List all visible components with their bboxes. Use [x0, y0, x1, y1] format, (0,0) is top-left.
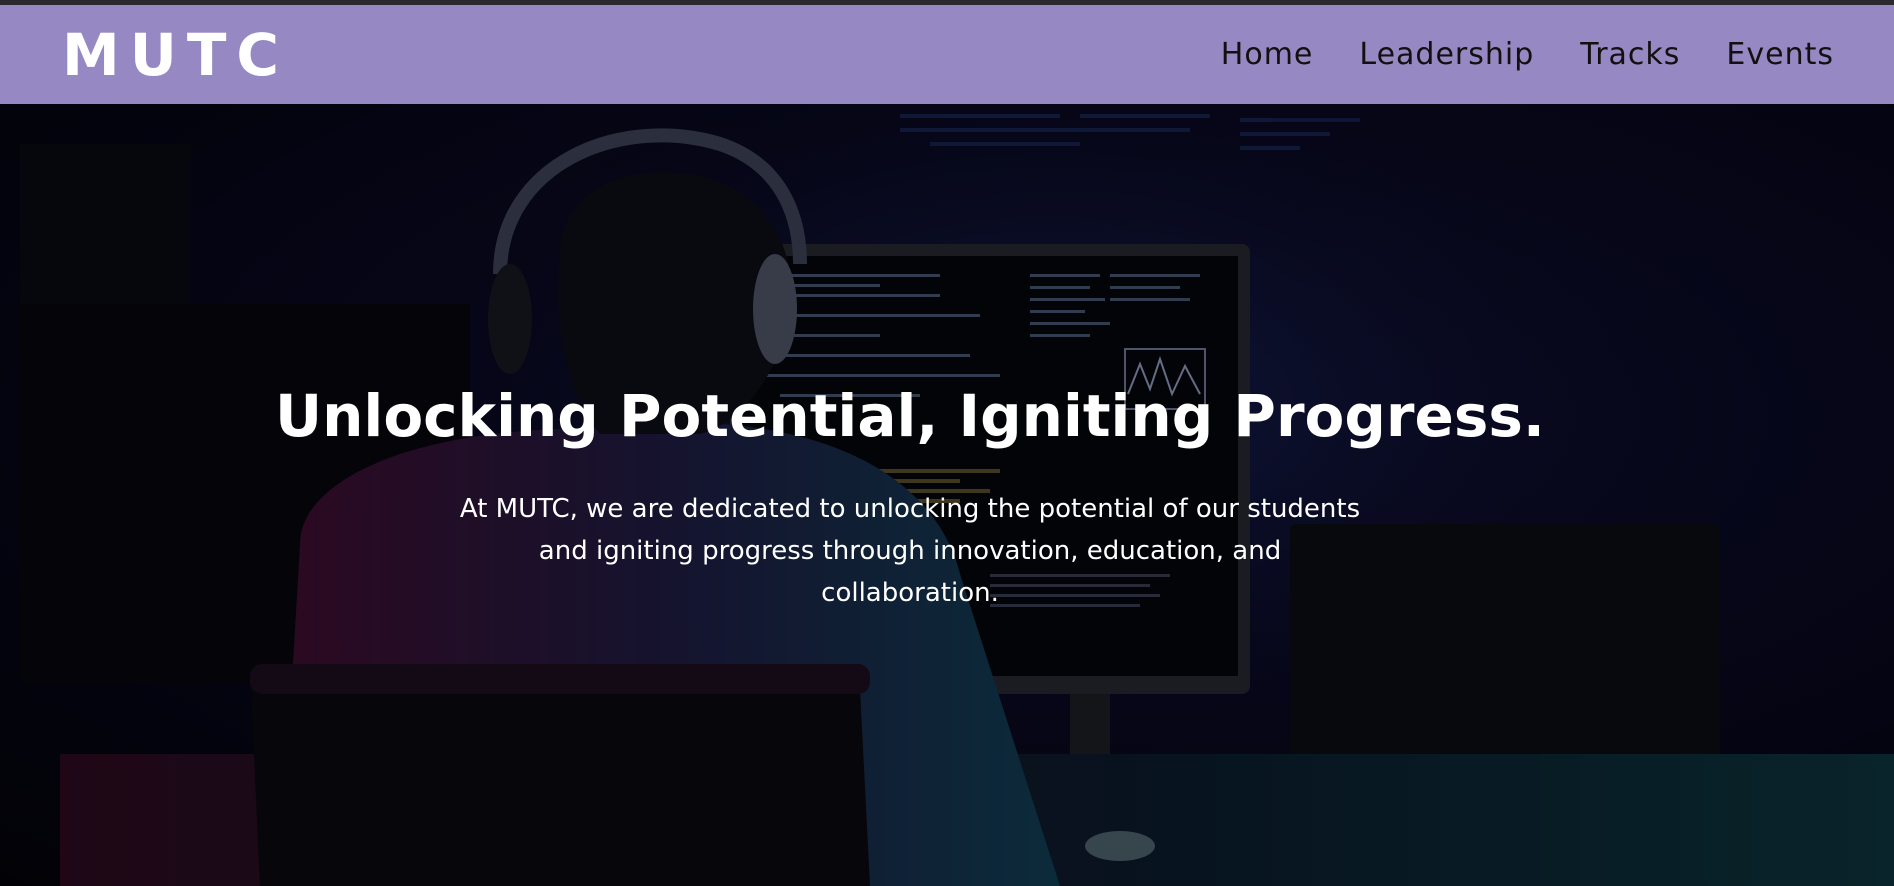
hero-content: Unlocking Potential, Igniting Progress. …: [0, 104, 1820, 886]
nav-link-home[interactable]: Home: [1221, 37, 1314, 72]
nav-item-events: Events: [1680, 37, 1834, 72]
nav-link-tracks[interactable]: Tracks: [1580, 37, 1680, 72]
site-header: MUTC Home Leadership Tracks Events: [0, 5, 1894, 104]
nav-item-home: Home: [1175, 37, 1314, 72]
nav-links: Home Leadership Tracks Events: [1175, 37, 1834, 72]
hero-subtitle: At MUTC, we are dedicated to unlocking t…: [459, 494, 1361, 608]
nav-link-events[interactable]: Events: [1726, 37, 1834, 72]
nav-item-tracks: Tracks: [1534, 37, 1680, 72]
hero-section: Unlocking Potential, Igniting Progress. …: [0, 104, 1894, 886]
nav-link-leadership[interactable]: Leadership: [1359, 37, 1534, 72]
site-logo[interactable]: MUTC: [62, 26, 289, 84]
hero-title: Unlocking Potential, Igniting Progress.: [275, 382, 1545, 450]
main-nav: Home Leadership Tracks Events: [1175, 37, 1834, 72]
nav-item-leadership: Leadership: [1313, 37, 1534, 72]
